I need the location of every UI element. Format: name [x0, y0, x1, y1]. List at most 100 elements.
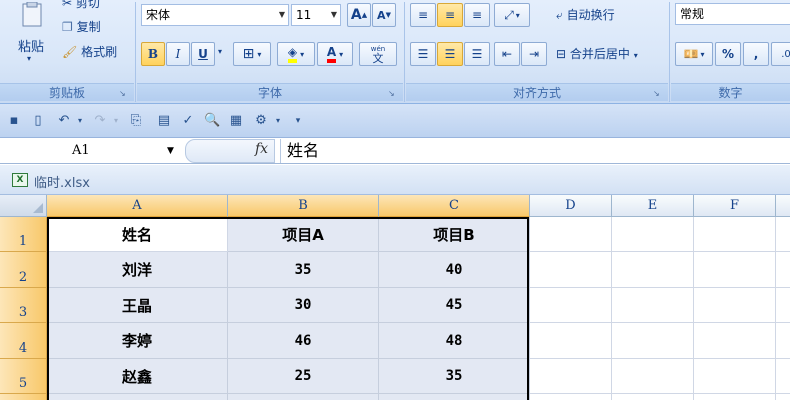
column-header-c[interactable]: C [379, 195, 530, 217]
name-box[interactable]: A1 [0, 140, 185, 162]
tools-dropdown-icon[interactable]: ▾ [270, 113, 286, 129]
font-name-combo[interactable]: 宋体 ▼ [141, 4, 289, 26]
increase-decimal-button[interactable]: .0 [771, 42, 790, 66]
cell-d6[interactable] [530, 394, 612, 400]
column-header-d[interactable]: D [530, 195, 612, 217]
form-icon[interactable]: ▤ [156, 113, 172, 129]
paste-button[interactable]: 粘贴 [18, 36, 44, 55]
cell-g2[interactable] [776, 252, 790, 288]
align-center-button[interactable]: ☰ [437, 42, 463, 66]
cell-e6[interactable] [612, 394, 694, 400]
cell-c6[interactable] [379, 394, 530, 400]
font-size-combo[interactable]: 11 ▼ [291, 4, 341, 26]
column-header-b[interactable]: B [228, 195, 379, 217]
chevron-down-icon[interactable]: ▼ [279, 5, 285, 25]
percent-button[interactable]: % [715, 42, 741, 66]
undo-icon[interactable]: ↶ [56, 113, 72, 129]
cell-b5[interactable]: 25 [228, 359, 379, 394]
undo-dropdown-icon[interactable]: ▾ [72, 113, 88, 129]
number-format-combo[interactable]: 常规 [675, 3, 790, 25]
cell-g4[interactable] [776, 323, 790, 359]
align-top-button[interactable]: ≡ [410, 3, 436, 27]
column-header-g[interactable] [776, 195, 790, 217]
cell-e4[interactable] [612, 323, 694, 359]
cell-a1[interactable]: 姓名 [47, 217, 228, 252]
save-icon[interactable]: ▪ [6, 113, 22, 129]
cell-g5[interactable] [776, 359, 790, 394]
cell-d5[interactable] [530, 359, 612, 394]
cell-b3[interactable]: 30 [228, 288, 379, 323]
row-header-6[interactable] [0, 394, 47, 400]
paste-icon[interactable] [14, 0, 50, 30]
cell-b2[interactable]: 35 [228, 252, 379, 288]
italic-button[interactable]: I [166, 42, 190, 66]
cell-f6[interactable] [694, 394, 776, 400]
insert-function-icon[interactable]: fx [255, 141, 268, 157]
cell-d3[interactable] [530, 288, 612, 323]
cell-f3[interactable] [694, 288, 776, 323]
phonetic-button[interactable]: wén 文 [359, 42, 397, 66]
cell-a6[interactable] [47, 394, 228, 400]
cell-g3[interactable] [776, 288, 790, 323]
borders-button[interactable]: ⊞ ▾ [233, 42, 271, 66]
fill-color-button[interactable]: ◈ ▾ [277, 42, 315, 66]
cell-f5[interactable] [694, 359, 776, 394]
cell-e3[interactable] [612, 288, 694, 323]
font-dialog-launcher-icon[interactable]: ↘ [388, 89, 397, 98]
tools-icon[interactable]: ⚙ [253, 113, 269, 129]
decrease-indent-button[interactable]: ⇤ [494, 42, 520, 66]
cell-b1[interactable]: 项目A [228, 217, 379, 252]
cell-a3[interactable]: 王晶 [47, 288, 228, 323]
cell-a2[interactable]: 刘洋 [47, 252, 228, 288]
grow-font-button[interactable]: A ▲ [347, 3, 371, 27]
clipboard-dialog-launcher-icon[interactable]: ↘ [119, 89, 128, 98]
align-left-button[interactable]: ☰ [410, 42, 436, 66]
cell-f1[interactable] [694, 217, 776, 252]
cell-c2[interactable]: 40 [379, 252, 530, 288]
align-bottom-button[interactable]: ≡ [464, 3, 490, 27]
cell-g1[interactable] [776, 217, 790, 252]
font-color-button[interactable]: A ▾ [317, 42, 353, 66]
border-icon[interactable]: ▦ [228, 113, 244, 129]
new-icon[interactable]: ▯ [30, 113, 46, 129]
column-header-e[interactable]: E [612, 195, 694, 217]
chevron-down-icon[interactable]: ▾ [634, 51, 638, 60]
customize-qat-icon[interactable]: ▾ [290, 113, 306, 129]
row-header-3[interactable]: 3 [0, 288, 47, 323]
format-painter-button[interactable]: 🖌 格式刷 [62, 43, 117, 60]
cell-c4[interactable]: 48 [379, 323, 530, 359]
cell-d1[interactable] [530, 217, 612, 252]
cut-button[interactable]: ✂ 剪切 [62, 0, 100, 11]
align-middle-button[interactable]: ≡ [437, 3, 463, 27]
cell-b6[interactable] [228, 394, 379, 400]
underline-button[interactable]: U [191, 42, 215, 66]
column-header-f[interactable]: F [694, 195, 776, 217]
bold-button[interactable]: B [141, 42, 165, 66]
redo-icon[interactable]: ↷ [92, 113, 108, 129]
comma-button[interactable]: , [743, 42, 769, 66]
alignment-dialog-launcher-icon[interactable]: ↘ [653, 89, 662, 98]
cell-e5[interactable] [612, 359, 694, 394]
cell-f4[interactable] [694, 323, 776, 359]
align-right-button[interactable]: ☰ [464, 42, 490, 66]
chevron-down-icon[interactable]: ▼ [331, 5, 337, 25]
shrink-font-button[interactable]: A ▼ [372, 3, 396, 27]
copy-button[interactable]: ❐ 复制 [62, 18, 101, 35]
cell-c1[interactable]: 项目B [379, 217, 530, 252]
cell-d4[interactable] [530, 323, 612, 359]
select-all-corner[interactable] [0, 195, 47, 217]
wrap-text-button[interactable]: ⤶ 自动换行 [556, 6, 615, 23]
orientation-button[interactable]: ⤢ ▾ [494, 3, 530, 27]
merge-center-button[interactable]: ⊟ 合并后居中 ▾ [556, 45, 638, 62]
cell-c3[interactable]: 45 [379, 288, 530, 323]
cell-b4[interactable]: 46 [228, 323, 379, 359]
format-painter-icon[interactable]: ⎘ [128, 113, 144, 129]
cell-a5[interactable]: 赵鑫 [47, 359, 228, 394]
cell-e2[interactable] [612, 252, 694, 288]
paste-dropdown-icon[interactable]: ▾ [27, 54, 31, 63]
row-header-2[interactable]: 2 [0, 252, 47, 288]
cell-d2[interactable] [530, 252, 612, 288]
chevron-down-icon[interactable]: ▼ [167, 140, 174, 162]
cell-f2[interactable] [694, 252, 776, 288]
print-preview-icon[interactable]: 🔍 [204, 113, 220, 129]
